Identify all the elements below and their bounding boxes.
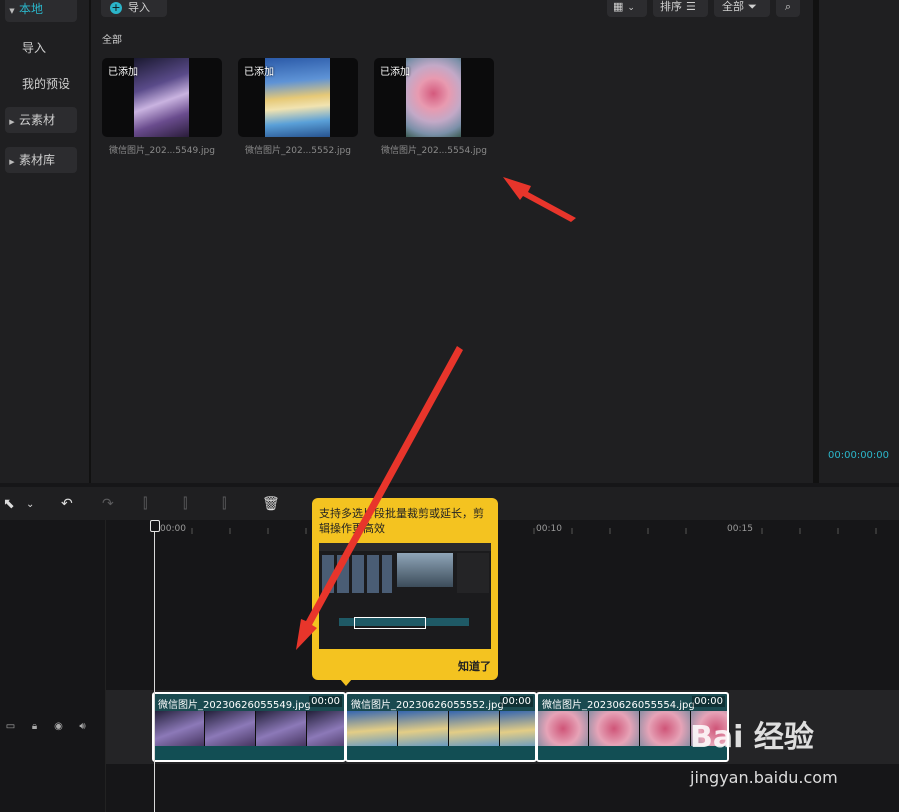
media-item[interactable]: 已添加 [102, 58, 222, 137]
search-button[interactable]: ⌕ [776, 0, 800, 17]
timeline-clip[interactable]: 微信图片_20230626055552.jpg 00:00 [345, 692, 537, 762]
grid-icon: ▦ [613, 0, 624, 13]
volume-icon[interactable]: 🔊︎ [77, 721, 88, 732]
track-video-icon[interactable]: ▭ [5, 721, 16, 732]
search-icon: ⌕ [784, 0, 792, 13]
playhead-handle[interactable] [150, 520, 160, 532]
ruler-ticks [191, 528, 877, 534]
split-right-icon[interactable]: ⫿ [222, 496, 226, 512]
redo-icon[interactable]: ↷ [102, 496, 114, 512]
sort-label: 排序 [660, 0, 682, 13]
media-filename: 微信图片_202...5549.jpg [109, 146, 215, 156]
filter-button[interactable]: 全部 ⏷ [714, 0, 770, 17]
undo-icon[interactable]: ↶ [61, 496, 73, 512]
clip-name: 微信图片_20230626055549.jpg [158, 700, 311, 711]
clip-duration: 00:00 [309, 696, 342, 707]
sidebar-item-label: 云素材 [19, 113, 56, 127]
clip-frames [347, 711, 535, 750]
sidebar-item-local[interactable]: ▼ 本地 [5, 0, 77, 22]
sidebar-item-cloud[interactable]: ▶ 云素材 [5, 107, 77, 133]
sidebar-item-import[interactable]: 导入 [22, 39, 46, 56]
playhead[interactable] [154, 522, 155, 812]
feature-tooltip: 支持多选片段批量裁剪或延长，剪辑操作更高效 知道了 [312, 498, 498, 680]
split-left-icon[interactable]: ⫿ [183, 496, 187, 512]
filter-icon: ⏷ [748, 0, 757, 13]
sidebar-item-label: 素材库 [19, 153, 56, 167]
sidebar: ▼ 本地 导入 我的预设 ▶ 云素材 ▶ 素材库 [0, 0, 89, 483]
tooltip-text: 支持多选片段批量裁剪或延长，剪辑操作更高效 [319, 507, 484, 535]
import-label: 导入 [128, 1, 150, 14]
caret-right-icon: ▶ [9, 158, 15, 166]
lock-icon[interactable]: 🔒︎ [29, 721, 40, 732]
media-thumbnail [406, 58, 461, 137]
media-panel: + 导入 ▦ ⌄ 排序 ☰ 全部 ⏷ ⌕ 全部 已添加 微信图片_202...5549.… [91, 0, 813, 483]
media-thumbnail [265, 58, 330, 137]
media-item[interactable]: 已添加 [238, 58, 358, 137]
sidebar-item-presets[interactable]: 我的预设 [22, 75, 70, 92]
caret-down-icon: ▼ [9, 7, 15, 15]
watermark-url: jingyan.baidu.com [690, 768, 838, 787]
delete-icon[interactable]: 🗑 [262, 496, 280, 512]
media-item[interactable]: 已添加 [374, 58, 494, 137]
sort-icon: ☰ [686, 0, 696, 13]
added-badge: 已添加 [108, 67, 138, 78]
filter-label: 全部 [722, 0, 744, 13]
added-badge: 已添加 [244, 67, 274, 78]
caret-right-icon: ▶ [9, 118, 15, 126]
media-filename: 微信图片_202...5552.jpg [245, 146, 351, 156]
timeline-clip[interactable]: 微信图片_20230626055549.jpg 00:00 [152, 692, 346, 762]
view-toggle-button[interactable]: ▦ ⌄ [607, 0, 647, 17]
baidu-jingyan-watermark: Bai 经验 jingyan.baidu.com [690, 712, 890, 792]
clip-name: 微信图片_20230626055554.jpg [542, 700, 695, 711]
player-timecode: 00:00:00:00 [828, 450, 890, 461]
sort-button[interactable]: 排序 ☰ [653, 0, 708, 17]
added-badge: 已添加 [380, 67, 410, 78]
clip-duration: 00:00 [500, 696, 533, 707]
clip-duration: 00:00 [692, 696, 725, 707]
tooltip-dismiss-button[interactable]: 知道了 [458, 658, 491, 674]
chevron-down-icon[interactable]: ⌄ [26, 499, 34, 510]
media-thumbnail [134, 58, 189, 137]
watermark-logo: Bai 经验 [690, 720, 814, 755]
sidebar-item-label: 本地 [19, 2, 44, 16]
tooltip-preview-image [319, 543, 491, 649]
track-header [0, 520, 106, 812]
plus-circle-icon: + [110, 1, 122, 14]
chevron-down-icon: ⌄ [627, 3, 635, 13]
import-button[interactable]: + 导入 [101, 0, 167, 17]
section-title: 全部 [102, 35, 122, 46]
clip-frames [154, 711, 344, 750]
media-filename: 微信图片_202...5554.jpg [381, 146, 487, 156]
clip-name: 微信图片_20230626055552.jpg [351, 700, 504, 711]
player-panel [819, 0, 899, 483]
select-pointer-icon[interactable]: ⬉ [3, 496, 15, 512]
split-icon[interactable]: ⫿ [143, 496, 147, 512]
sidebar-item-library[interactable]: ▶ 素材库 [5, 147, 77, 173]
tooltip-pointer [340, 679, 352, 686]
eye-icon[interactable]: ◉ [53, 721, 64, 732]
